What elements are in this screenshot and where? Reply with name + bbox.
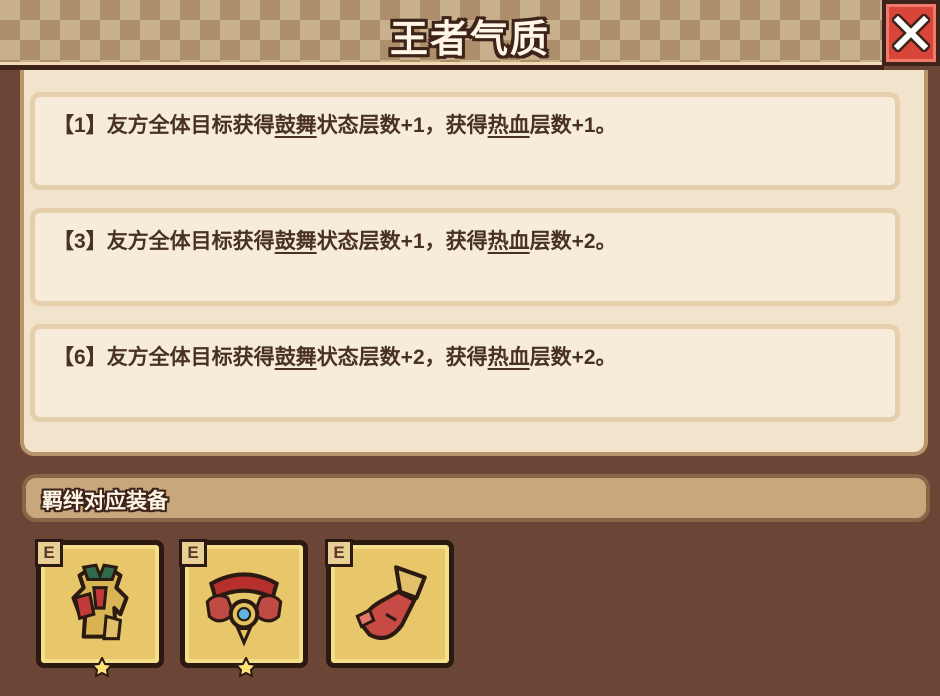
keyword-link[interactable]: 热血 [488,114,530,137]
effect-row: 【3】友方全体目标获得鼓舞状态层数+1，获得热血层数+2。 [30,208,900,306]
glove-icon [355,565,427,640]
effect-row: 【6】友方全体目标获得鼓舞状态层数+2，获得热血层数+2。 [30,324,900,422]
close-button[interactable] [882,0,940,66]
equipment-slot[interactable]: E [325,539,454,668]
gear-section-header: 羁绊对应装备 [22,474,930,522]
close-icon [892,14,930,52]
star-icon [91,657,113,677]
keyword-link[interactable]: 鼓舞 [275,114,317,137]
keyword-link[interactable]: 热血 [488,346,530,369]
keyword-link[interactable]: 热血 [488,230,530,253]
star-icon [235,657,257,677]
equipment-slot[interactable]: E [35,539,164,677]
keyword-link[interactable]: 鼓舞 [275,230,317,253]
equipment-slot[interactable]: E [179,539,308,677]
armor-icon [71,563,129,641]
effect-row: 【1】友方全体目标获得鼓舞状态层数+1，获得热血层数+1。 [30,92,900,190]
keyword-link[interactable]: 鼓舞 [275,346,317,369]
amulet-icon [205,572,283,647]
page-title: 王者气质 [389,19,550,61]
effect-text: 【3】友方全体目标获得鼓舞状态层数+1，获得热血层数+2。 [53,230,617,253]
effect-text: 【6】友方全体目标获得鼓舞状态层数+2，获得热血层数+2。 [53,346,617,369]
gear-section-title: 羁绊对应装备 [42,490,168,513]
effect-text: 【1】友方全体目标获得鼓舞状态层数+1，获得热血层数+1。 [53,114,617,137]
